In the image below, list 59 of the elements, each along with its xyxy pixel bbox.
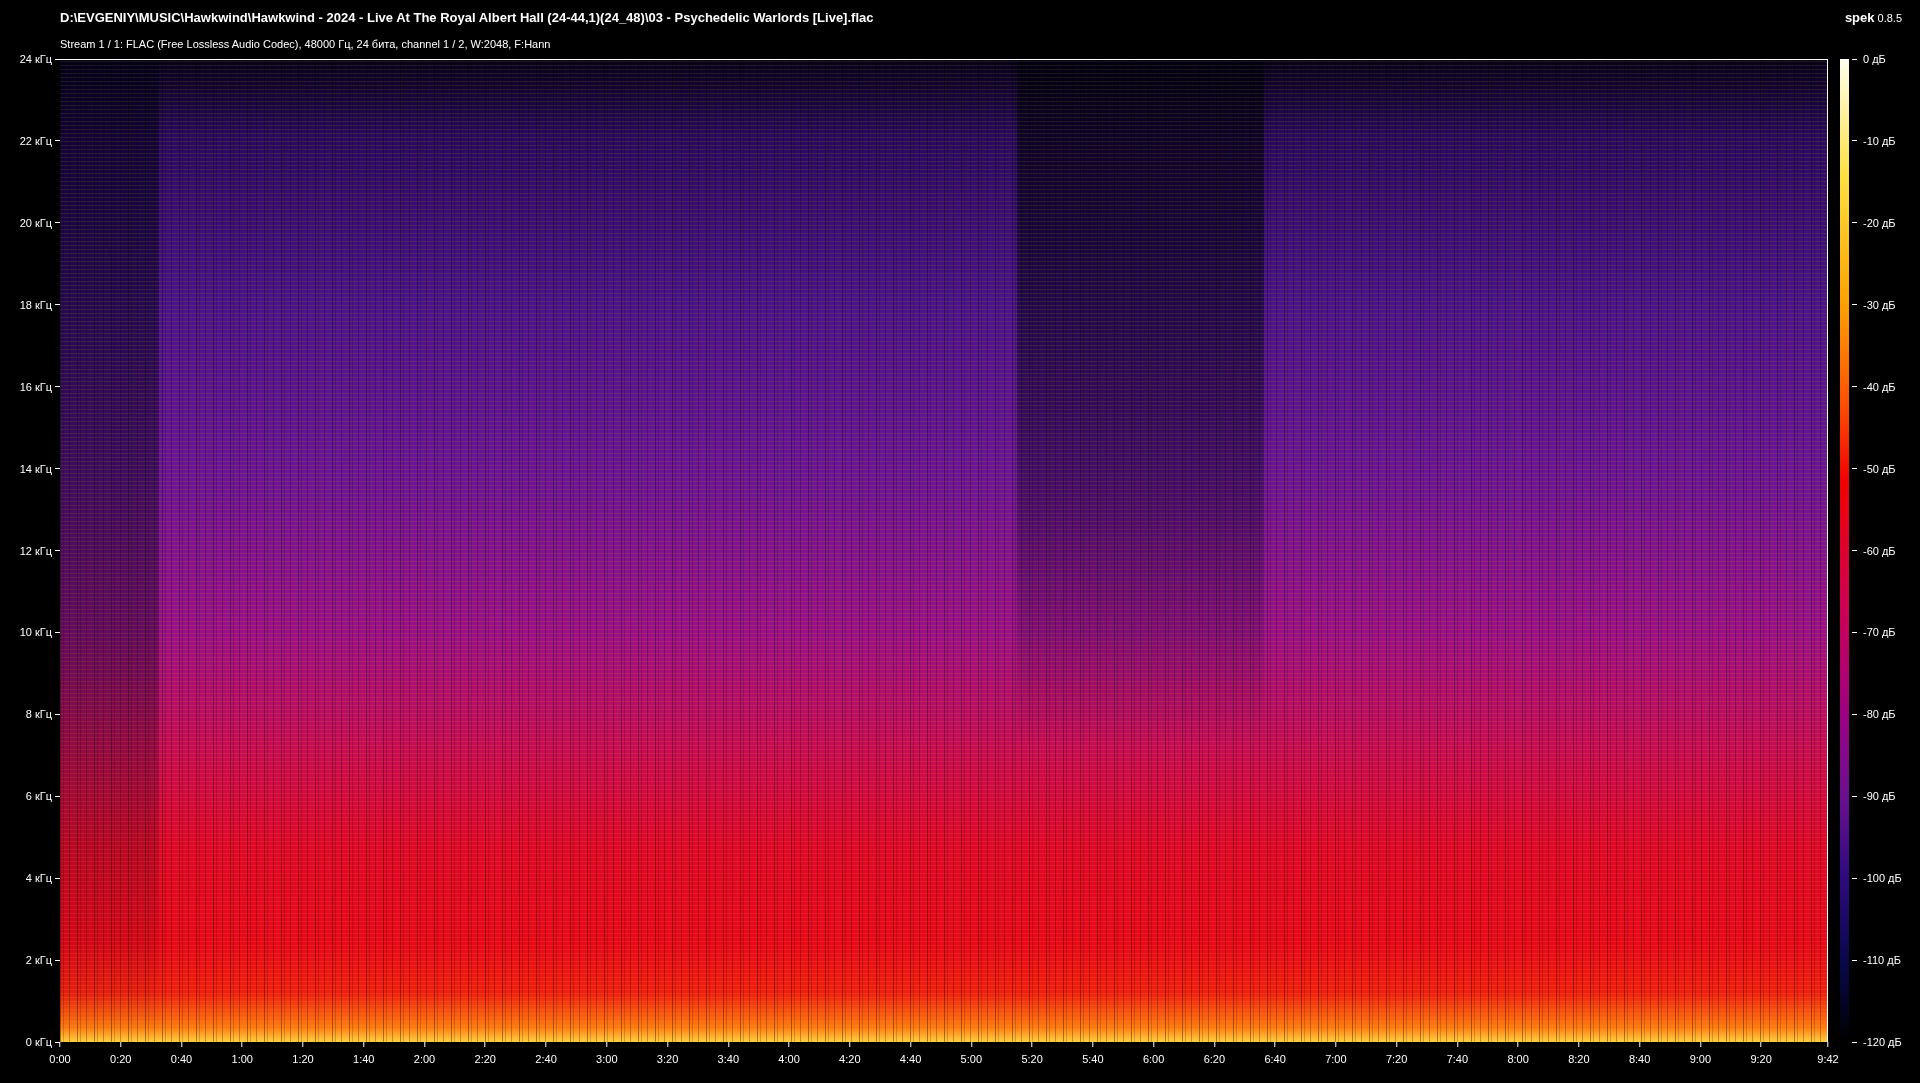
time-label: 4:00	[778, 1053, 800, 1065]
time-label: 7:00	[1325, 1053, 1347, 1065]
time-label: 3:40	[717, 1053, 739, 1065]
frequency-label: 0 кГц	[25, 1036, 52, 1048]
time-label: 7:40	[1446, 1053, 1469, 1065]
frequency-label: 10 кГц	[19, 626, 52, 639]
decibel-label: -120 дБ	[1863, 1036, 1902, 1048]
time-label: 8:20	[1568, 1053, 1590, 1065]
time-label: 5:40	[1082, 1053, 1104, 1065]
time-label: 9:42	[1817, 1053, 1839, 1065]
app-name: spek	[1844, 10, 1875, 25]
time-label: 8:40	[1628, 1053, 1651, 1065]
decibel-label: -10 дБ	[1863, 134, 1896, 147]
frequency-label: 16 кГц	[19, 380, 52, 393]
decibel-label: -90 дБ	[1863, 790, 1896, 803]
frequency-label: 22 кГц	[19, 134, 52, 147]
frequency-label: 8 кГц	[25, 708, 52, 721]
time-label: 6:40	[1264, 1053, 1286, 1065]
frequency-label: 18 кГц	[19, 298, 52, 311]
time-label: 1:20	[292, 1053, 314, 1065]
time-label: 1:00	[231, 1053, 253, 1065]
time-label: 3:20	[656, 1053, 679, 1065]
time-label: 7:20	[1385, 1053, 1408, 1065]
decibel-label: -30 дБ	[1863, 298, 1896, 311]
decibel-label: -40 дБ	[1863, 380, 1896, 393]
app-version: 0.8.5	[1877, 12, 1902, 24]
time-label: 9:00	[1689, 1053, 1712, 1065]
time-label: 2:40	[535, 1053, 557, 1065]
file-path-title: D:\EVGENIY\MUSIC\Hawkwind\Hawkwind - 2024 - Live At The Royal Albert Hall (24-44,1)(24_48)\03 - Psychedelic Warlords [Live].flac	[60, 10, 874, 25]
decibel-label: -60 дБ	[1863, 544, 1896, 557]
time-label: 1:40	[353, 1053, 375, 1065]
time-label: 0:20	[110, 1053, 132, 1065]
time-label: 6:20	[1203, 1053, 1226, 1065]
frequency-label: 20 кГц	[19, 216, 52, 229]
frequency-label: 6 кГц	[25, 790, 52, 803]
frequency-label: 4 кГц	[25, 872, 52, 885]
time-label: 5:20	[1021, 1053, 1043, 1065]
time-label: 8:00	[1507, 1053, 1529, 1065]
decibel-label: -80 дБ	[1863, 708, 1896, 721]
decibel-label: -70 дБ	[1863, 626, 1896, 639]
decibel-label: 0 дБ	[1863, 53, 1886, 65]
time-label: 2:00	[413, 1053, 436, 1065]
time-label: 2:20	[474, 1053, 496, 1065]
time-label: 9:20	[1750, 1053, 1772, 1065]
frequency-label: 12 кГц	[19, 544, 52, 557]
time-label: 4:20	[839, 1053, 861, 1065]
time-label: 0:00	[49, 1053, 71, 1065]
frequency-label: 2 кГц	[25, 954, 52, 967]
decibel-label: -100 дБ	[1863, 872, 1902, 885]
time-label: 5:00	[960, 1053, 983, 1065]
time-label: 6:00	[1142, 1053, 1165, 1065]
decibel-label: -50 дБ	[1863, 462, 1896, 475]
decibel-label: -20 дБ	[1863, 216, 1896, 229]
time-label: 4:40	[899, 1053, 922, 1065]
frequency-label: 24 кГц	[19, 53, 52, 65]
time-label: 0:40	[170, 1053, 193, 1065]
time-label: 3:00	[596, 1053, 618, 1065]
decibel-label: -110 дБ	[1863, 954, 1901, 967]
frequency-label: 14 кГц	[19, 462, 52, 475]
